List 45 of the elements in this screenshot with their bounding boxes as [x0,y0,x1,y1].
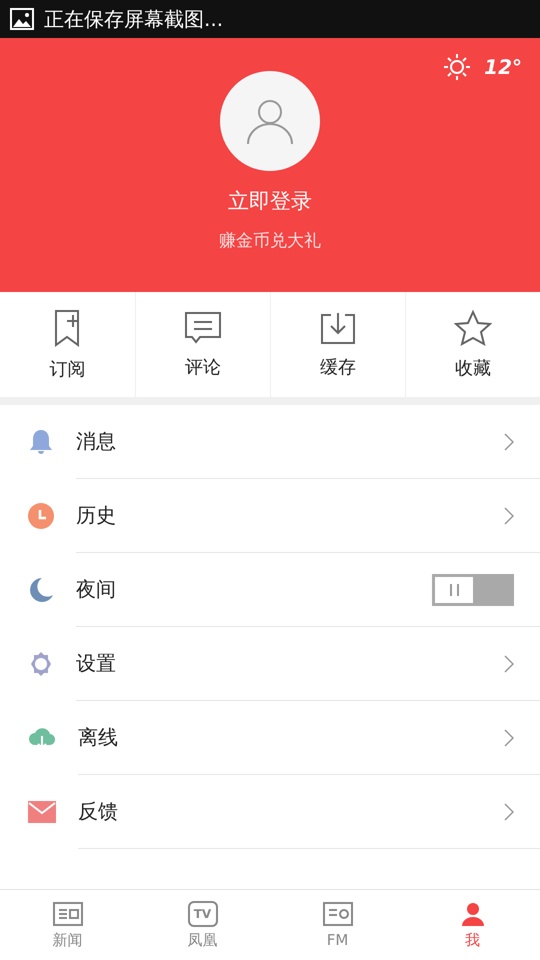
shortcut-button[interactable]: 收藏 [405,292,540,397]
menu-item[interactable]: 反馈 [0,775,540,849]
sun-icon [444,54,470,80]
chevron-right-icon [504,654,514,672]
status-text: 正在保存屏幕截图... [44,6,224,32]
menu-label: 历史 [76,502,117,529]
bell-icon [28,429,54,455]
night-mode-toggle[interactable] [432,574,514,606]
image-icon [10,8,34,30]
menu-item[interactable]: 设置 [0,627,540,701]
download-icon [319,310,357,344]
menu-label: 离线 [78,724,119,751]
shortcut-button[interactable]: 缓存 [270,292,405,397]
person-icon [460,900,486,926]
tv-icon: TV [188,900,218,926]
menu-label: 设置 [76,650,117,677]
newspaper-icon [52,900,84,926]
nav-tab[interactable]: 新闻 [0,890,135,960]
login-link[interactable]: 立即登录 [228,187,312,215]
person-icon [246,97,294,145]
moon-icon [28,577,54,603]
star-icon [454,310,492,346]
chevron-right-icon [504,728,514,746]
nav-tab[interactable]: TV 凤凰 [135,890,270,960]
nav-tab[interactable]: FM [270,890,405,960]
comment-icon [184,310,222,344]
clock-icon [28,503,54,529]
nav-tab[interactable]: 我 [405,890,540,960]
menu-label: 反馈 [78,798,119,825]
menu-item[interactable]: 离线 [0,701,540,775]
menu-item[interactable]: 消息 [0,405,540,479]
menu-item[interactable]: 历史 [0,479,540,553]
menu-label: 夜间 [76,576,117,603]
radio-icon [322,901,354,927]
gear-icon [28,651,54,677]
menu-item[interactable]: 夜间 [0,553,540,627]
temperature: 12° [484,55,522,79]
chevron-right-icon [504,506,514,524]
menu-label: 消息 [76,428,117,455]
chevron-right-icon [504,432,514,450]
shortcut-button[interactable]: 订阅 [0,292,135,397]
shortcut-button[interactable]: 评论 [135,292,270,397]
login-subtitle: 赚金币兑大礼 [219,230,321,252]
mail-icon [28,801,56,823]
chevron-right-icon [504,802,514,820]
